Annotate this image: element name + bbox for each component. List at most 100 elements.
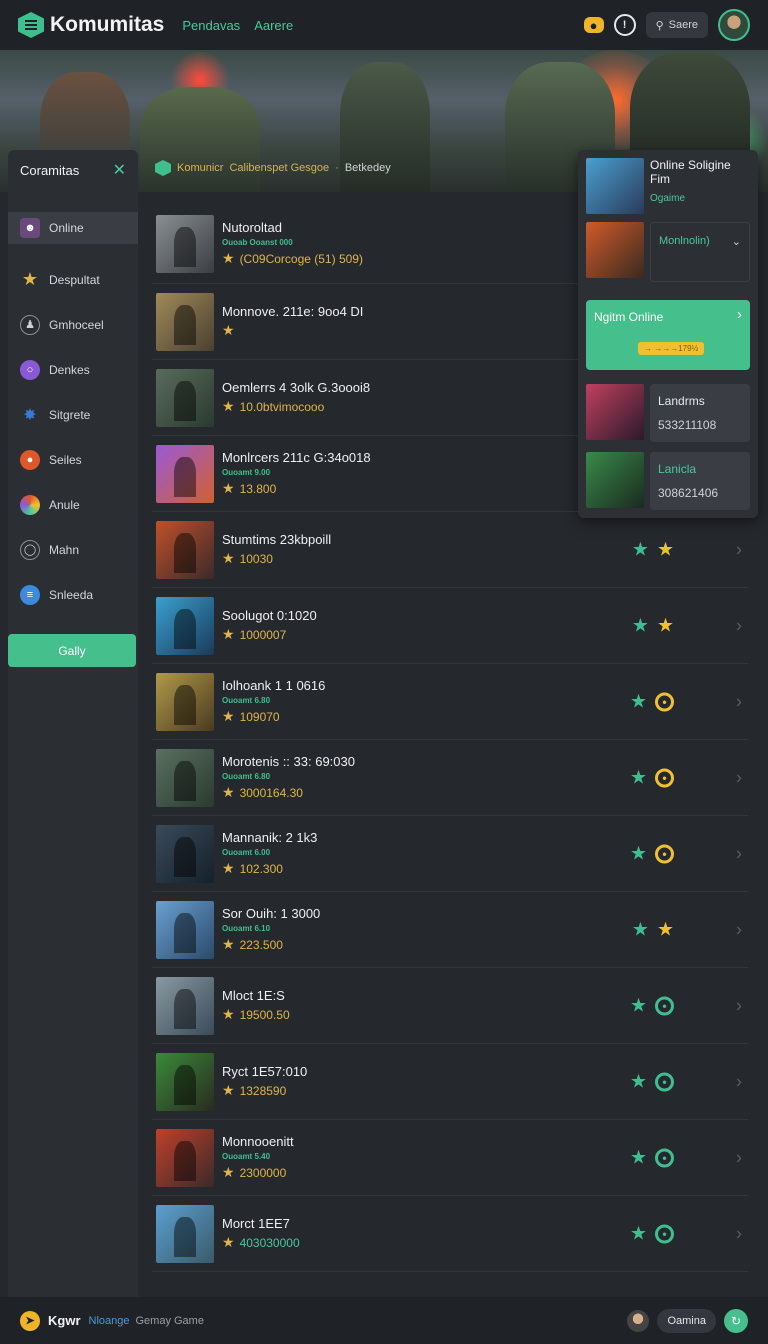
list-item-value-text: 3000164.30: [239, 785, 303, 800]
sidebar-item-label: Mahn: [49, 542, 80, 557]
list-item-value-text: 109070: [239, 709, 280, 724]
list-item-title: Oemlerrs 4 3olk G.3oooi8: [222, 380, 371, 395]
favorite-star-icon[interactable]: ★: [632, 918, 649, 941]
rating-star-icon[interactable]: ★: [657, 538, 674, 561]
panel-dropdown[interactable]: Monlnolin) ⌄: [650, 222, 750, 282]
sidebar-item-online[interactable]: ☻ Online: [8, 212, 138, 244]
top-nav-link-1[interactable]: Pendavas: [182, 18, 240, 33]
chevron-right-icon[interactable]: ›: [736, 919, 742, 940]
online-badge: → →→→179½: [638, 342, 705, 355]
rating-icons: ★ ●: [630, 842, 674, 865]
favorite-star-icon[interactable]: ★: [630, 1222, 647, 1245]
breadcrumb-item[interactable]: Betkedey: [345, 162, 391, 174]
chevron-right-icon[interactable]: ›: [736, 1223, 742, 1244]
list-item[interactable]: Ryct 1E57:010 ★ 1328590 ★ ● ›: [152, 1044, 748, 1120]
list-item-value: ★ 19500.50: [222, 1006, 290, 1023]
list-item[interactable]: Sor Ouih: 1 3000 Ouoamt 6.10 ★ 223.500 ★ ★ ›: [152, 892, 748, 968]
top-right-actions: ● ! ⚲ Saere: [583, 9, 750, 41]
list-item[interactable]: Mannanik: 2 1k3 Ouoamt 6.00 ★ 102.300 ★ ● ›: [152, 816, 748, 892]
coin-icon[interactable]: ●: [655, 692, 674, 711]
favorite-star-icon[interactable]: ★: [630, 994, 647, 1017]
stat-card[interactable]: Landrms 533211108: [650, 384, 750, 442]
chat-icon: ○: [20, 359, 40, 380]
gamepad-icon[interactable]: ●: [583, 17, 604, 33]
sidebar-item-seiles[interactable]: ● Seiles: [8, 437, 138, 482]
breadcrumb-item[interactable]: Calibenspet Gesgoe: [229, 162, 329, 174]
footer-link[interactable]: Gemay Game: [135, 1315, 203, 1327]
sidebar-item-mahn[interactable]: ◯ Mahn: [8, 527, 138, 572]
chevron-right-icon[interactable]: ›: [736, 843, 742, 864]
list-item[interactable]: Iolhoank 1 1 0616 Ouoamt 6.80 ★ 109070 ★ ● ›: [152, 664, 748, 740]
favorite-star-icon[interactable]: ★: [630, 690, 647, 713]
list-item[interactable]: Mloct 1E:S ★ 19500.50 ★ ● ›: [152, 968, 748, 1044]
rating-icons: ★ ●: [630, 766, 674, 789]
list-item-title: Ryct 1E57:010: [222, 1064, 308, 1079]
chevron-right-icon[interactable]: ›: [736, 691, 742, 712]
breadcrumb-item[interactable]: Komunicr: [177, 162, 223, 174]
status-ring-icon[interactable]: ●: [655, 1072, 674, 1091]
clock-icon[interactable]: !: [613, 14, 636, 36]
star-icon: ★: [222, 1006, 235, 1022]
star-icon: ★: [222, 1234, 235, 1250]
favorite-star-icon[interactable]: ★: [630, 1146, 647, 1169]
chevron-down-icon: ⌄: [731, 236, 741, 248]
sidebar-item-sitgrete[interactable]: ✸ Sitgrete: [8, 392, 138, 437]
footer-link[interactable]: Nloange: [89, 1315, 130, 1327]
status-ring-icon[interactable]: ●: [655, 1148, 674, 1167]
favorite-star-icon[interactable]: ★: [630, 1070, 647, 1093]
rating-star-icon[interactable]: ★: [657, 614, 674, 637]
coin-icon[interactable]: ●: [655, 844, 674, 863]
list-item[interactable]: Stumtims 23kbpoill ★ 10030 ★ ★ ›: [152, 512, 748, 588]
game-thumbnail: [156, 672, 214, 731]
sidebar-item-gmhoceel[interactable]: ♟ Gmhoceel: [8, 302, 138, 347]
footer-avatar[interactable]: [627, 1309, 650, 1332]
rating-star-icon[interactable]: ★: [657, 918, 674, 941]
app-logo-icon[interactable]: [18, 12, 44, 38]
favorite-star-icon[interactable]: ★: [630, 842, 647, 865]
list-item[interactable]: Morct 1EE7 ★ 403030000 ★ ● ›: [152, 1196, 748, 1272]
list-item[interactable]: Monnooenitt Ouoamt 5.40 ★ 2300000 ★ ● ›: [152, 1120, 748, 1196]
sidebar-item-snleeda[interactable]: ≡ Snleeda: [8, 572, 138, 617]
refresh-icon[interactable]: ↻: [724, 1308, 748, 1333]
rating-icons: ★ ●: [630, 1146, 674, 1169]
favorite-star-icon[interactable]: ★: [632, 538, 649, 561]
list-item-value: ★ 102.300: [222, 860, 317, 877]
list-item-value-text: 10.0btvimocooo: [239, 399, 325, 414]
online-card[interactable]: Ngitm Online › → →→→179½: [586, 300, 750, 370]
list-item-text: Mannanik: 2 1k3 Ouoamt 6.00 ★ 102.300: [222, 830, 317, 877]
chevron-right-icon[interactable]: ›: [736, 767, 742, 788]
search-button[interactable]: ⚲ Saere: [645, 12, 708, 38]
user-avatar[interactable]: [718, 9, 750, 41]
star-icon: ★: [21, 269, 39, 289]
list-item[interactable]: Morotenis :: 33: 69:030 Ouoamt 6.80 ★ 30001…: [152, 740, 748, 816]
coin-icon[interactable]: ●: [655, 768, 674, 787]
status-ring-icon[interactable]: ●: [655, 1224, 674, 1243]
sidebar-item-label: Denkes: [49, 362, 90, 377]
chevron-right-icon[interactable]: ›: [736, 1071, 742, 1092]
list-item-value-text: 19500.50: [239, 1007, 290, 1022]
online-card-label: Ngitm Online: [594, 310, 664, 324]
favorite-star-icon[interactable]: ★: [630, 766, 647, 789]
brand-logo-icon[interactable]: ➤: [20, 1310, 40, 1331]
favorite-star-icon[interactable]: ★: [632, 614, 649, 637]
chevron-right-icon[interactable]: ›: [736, 615, 742, 636]
sidebar-item-despultat[interactable]: ★ Despultat: [8, 257, 138, 302]
status-ring-icon[interactable]: ●: [655, 996, 674, 1015]
list-item[interactable]: Soolugot 0:1020 ★ 1000007 ★ ★ ›: [152, 588, 748, 664]
footer-username[interactable]: Oamina: [657, 1308, 716, 1333]
close-icon[interactable]: ✕: [113, 160, 126, 180]
game-thumbnail: [156, 444, 214, 503]
chevron-right-icon[interactable]: ›: [736, 1147, 742, 1168]
chevron-right-icon[interactable]: ›: [736, 539, 742, 560]
panel-thumbnail: [586, 452, 644, 508]
community-icon: [155, 160, 171, 176]
list-item-value-text: 2300000: [239, 1165, 287, 1180]
sidebar-item-label: Despultat: [49, 272, 100, 287]
top-nav-link-2[interactable]: Aarere: [254, 18, 293, 33]
sidebar-item-denkes[interactable]: ○ Denkes: [8, 347, 138, 392]
chevron-right-icon[interactable]: ›: [736, 995, 742, 1016]
sidebar-item-anule[interactable]: Anule: [8, 482, 138, 527]
gally-button[interactable]: Gally: [8, 634, 136, 667]
list-item-text: Oemlerrs 4 3olk G.3oooi8 ★ 10.0btvimocooo: [222, 380, 370, 415]
stat-card[interactable]: Lanicla 308621406: [650, 452, 750, 510]
